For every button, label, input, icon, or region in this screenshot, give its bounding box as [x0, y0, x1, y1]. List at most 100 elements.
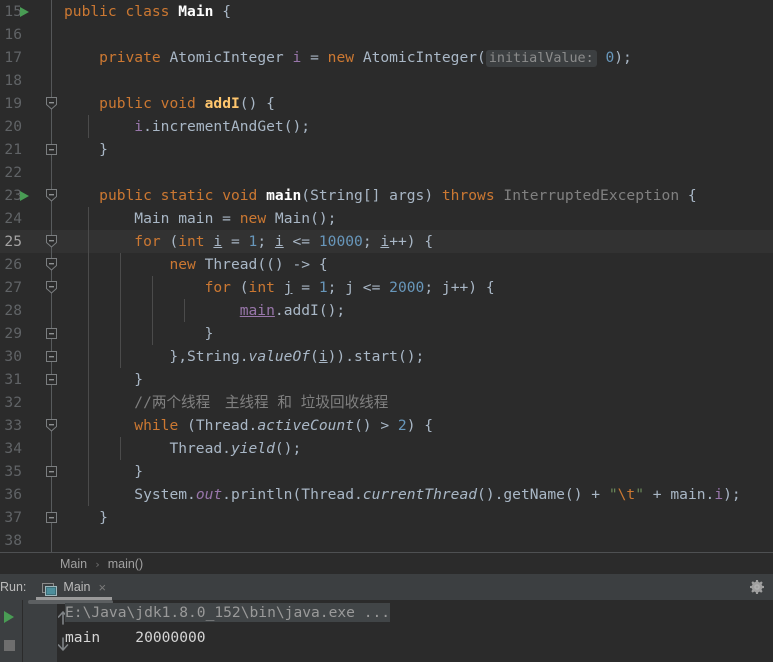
console-command-line: E:\Java\jdk1.8.0_152\bin\java.exe ...	[65, 600, 773, 625]
code-line[interactable]: 38	[0, 529, 773, 552]
line-number: 20	[4, 118, 22, 135]
indent-guide	[120, 276, 121, 299]
code-line[interactable]: 20 i.incrementAndGet();	[0, 115, 773, 138]
fold-end-icon[interactable]	[44, 372, 59, 387]
code-line[interactable]: 33 while (Thread.activeCount() > 2) {	[0, 414, 773, 437]
code-line[interactable]: 27 for (int j = 1; j <= 2000; j++) {	[0, 276, 773, 299]
run-tab-main[interactable]: Main ×	[36, 574, 113, 600]
code-text: public static void main(String[] args) t…	[99, 187, 697, 204]
code-line[interactable]: 18	[0, 69, 773, 92]
fold-collapse-icon[interactable]	[44, 257, 59, 272]
close-icon[interactable]: ×	[99, 580, 107, 595]
line-number: 37	[4, 509, 22, 526]
code-line[interactable]: 37 }	[0, 506, 773, 529]
indent-guide	[88, 345, 89, 368]
code-text: i.incrementAndGet();	[134, 118, 311, 135]
code-line[interactable]: 19 public void addI() {	[0, 92, 773, 115]
code-text: private AtomicInteger i = new AtomicInte…	[99, 49, 632, 67]
fold-guide	[51, 207, 52, 230]
line-number: 23	[4, 187, 22, 204]
indent-guide	[120, 437, 121, 460]
code-line[interactable]: 26 new Thread(() -> {	[0, 253, 773, 276]
code-text: for (int j = 1; j <= 2000; j++) {	[204, 279, 495, 296]
code-editor[interactable]: 15 public class Main { 16 17 private Atomic…	[0, 0, 773, 552]
breadcrumb[interactable]: Main › main()	[0, 552, 773, 575]
code-line[interactable]: 35 }	[0, 460, 773, 483]
code-text: while (Thread.activeCount() > 2) {	[134, 417, 434, 434]
fold-guide	[51, 299, 52, 322]
run-tool-window-header: Run: Main ×	[0, 574, 773, 600]
fold-guide	[51, 483, 52, 506]
line-number: 15	[4, 3, 22, 20]
code-rows: 15 public class Main { 16 17 private Atomic…	[0, 0, 773, 552]
indent-guide	[88, 368, 89, 391]
console-result-line: main 20000000	[65, 629, 206, 646]
fold-end-icon[interactable]	[44, 142, 59, 157]
line-number: 31	[4, 371, 22, 388]
line-number: 19	[4, 95, 22, 112]
indent-guide	[88, 299, 89, 322]
breadcrumb-class[interactable]: Main	[60, 557, 87, 571]
code-text: new Thread(() -> {	[169, 256, 328, 273]
console-toolbar-secondary	[23, 600, 69, 662]
line-number: 29	[4, 325, 22, 342]
code-line[interactable]: 17 private AtomicInteger i = new AtomicI…	[0, 46, 773, 69]
code-text: }	[64, 463, 144, 480]
line-number: 38	[4, 532, 22, 549]
fold-collapse-icon[interactable]	[44, 280, 59, 295]
code-line[interactable]: 34 Thread.yield();	[0, 437, 773, 460]
code-line[interactable]: 29 }	[0, 322, 773, 345]
code-line[interactable]: 25 for (int i = 1; i <= 10000; i++) {	[0, 230, 773, 253]
console-icon	[42, 581, 58, 596]
rerun-icon[interactable]	[4, 611, 14, 623]
code-text: System.out.println(Thread.currentThread(…	[134, 486, 741, 503]
fold-collapse-icon[interactable]	[44, 96, 59, 111]
code-text: },String.valueOf(i)).start();	[64, 348, 425, 365]
code-line[interactable]: 16	[0, 23, 773, 46]
indent-guide	[88, 207, 89, 230]
line-number: 26	[4, 256, 22, 273]
indent-guide	[120, 253, 121, 276]
fold-collapse-icon[interactable]	[44, 188, 59, 203]
indent-guide	[120, 345, 121, 368]
code-text: public class Main {	[64, 3, 231, 20]
console-toolbar-primary	[0, 600, 22, 662]
breadcrumb-method[interactable]: main()	[108, 557, 143, 571]
fold-end-icon[interactable]	[44, 349, 59, 364]
code-line[interactable]: 28 main.addI();	[0, 299, 773, 322]
code-line[interactable]: 22	[0, 161, 773, 184]
code-text: Main main = new Main();	[134, 210, 337, 227]
run-window-label: Run:	[0, 580, 27, 594]
code-line[interactable]: 31 }	[0, 368, 773, 391]
fold-collapse-icon[interactable]	[44, 234, 59, 249]
fold-collapse-icon[interactable]	[44, 418, 59, 433]
code-line[interactable]: 23 public static void main(String[] args…	[0, 184, 773, 207]
fold-end-icon[interactable]	[44, 510, 59, 525]
line-number: 18	[4, 72, 22, 89]
fold-guide	[51, 391, 52, 414]
line-number: 16	[4, 26, 22, 43]
indent-guide	[88, 437, 89, 460]
code-line[interactable]: 15 public class Main {	[0, 0, 773, 23]
stop-icon[interactable]	[4, 640, 15, 651]
line-number: 24	[4, 210, 22, 227]
indent-guide	[184, 299, 185, 322]
fold-end-icon[interactable]	[44, 326, 59, 341]
code-line[interactable]: 32 //两个线程 主线程 和 垃圾回收线程	[0, 391, 773, 414]
indent-guide	[120, 322, 121, 345]
fold-end-icon[interactable]	[44, 464, 59, 479]
indent-guide	[152, 276, 153, 299]
run-gutter-icon[interactable]	[20, 191, 29, 201]
gear-icon[interactable]	[749, 579, 765, 595]
indent-guide	[120, 299, 121, 322]
code-text: }	[64, 371, 144, 388]
run-gutter-icon[interactable]	[20, 7, 29, 17]
line-number: 27	[4, 279, 22, 296]
code-line[interactable]: 24 Main main = new Main();	[0, 207, 773, 230]
code-line[interactable]: 21 }	[0, 138, 773, 161]
code-line[interactable]: 30 },String.valueOf(i)).start();	[0, 345, 773, 368]
code-line[interactable]: 36 System.out.println(Thread.currentThre…	[0, 483, 773, 506]
fold-guide	[51, 437, 52, 460]
line-number: 36	[4, 486, 22, 503]
run-console[interactable]: E:\Java\jdk1.8.0_152\bin\java.exe ... ma…	[0, 600, 773, 662]
